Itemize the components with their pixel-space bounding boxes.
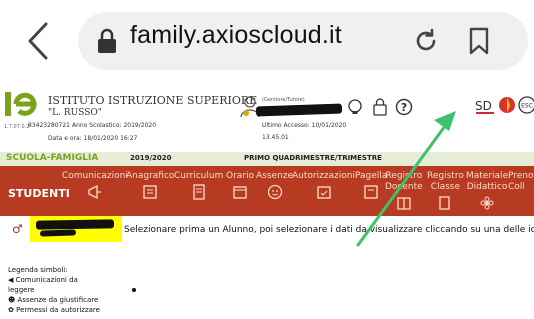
strip-period: PRIMO QUADRIMESTRE/TRIMESTRE	[244, 154, 382, 162]
instructions-text: Selezionare prima un Alunno, poi selezio…	[124, 225, 534, 235]
url-text[interactable]: family.axioscloud.it	[130, 21, 342, 50]
student-gender-icon: ♂	[12, 222, 23, 236]
nav-label: Autorizzazioni	[292, 171, 355, 181]
nav-label: Registro	[385, 171, 423, 181]
legend-item-comunicazioni-2: leggere	[8, 286, 35, 294]
nav-item-assenze[interactable]: Assenze	[256, 171, 293, 200]
version-label: 1.7.07.0.2	[4, 124, 30, 130]
nav-students[interactable]: STUDENTI	[8, 187, 70, 200]
megaphone-icon: ◀	[8, 276, 14, 284]
book-icon	[397, 197, 411, 210]
school-logo	[5, 92, 37, 116]
bookmark-icon[interactable]	[468, 27, 490, 55]
nav-label: Assenze	[256, 171, 294, 181]
school-year: Anno Scolastico: 2019/2020	[72, 122, 157, 129]
nav-item-registro-docente[interactable]: Registro Docente	[385, 171, 423, 211]
school-name: ISTITUTO ISTRUZIONE SUPERIORE	[48, 94, 258, 107]
nav-item-registro-classe[interactable]: Registro Classe	[427, 171, 464, 211]
sd-logo-label: SD	[475, 99, 492, 113]
flower-icon	[480, 196, 494, 210]
student-name-redacted	[35, 219, 115, 230]
user-role: (Genitore/Tutore)	[262, 97, 305, 103]
nav-label: Curriculum	[174, 171, 224, 181]
nav-label-2: Didattico	[466, 182, 508, 192]
sphere-icon[interactable]	[498, 96, 516, 114]
svg-text:?: ?	[401, 101, 407, 114]
svg-text:ESC: ESC	[521, 103, 533, 110]
school-name-sub: "L. RUSSO"	[48, 108, 102, 118]
last-access-time: 13.45.01	[262, 134, 289, 141]
section-label: SCUOLA-FAMIGLIA	[6, 153, 99, 163]
strip-year: 2019/2020	[130, 154, 172, 162]
smiley-icon	[267, 184, 282, 200]
nav-item-prenotazioni[interactable]: Prenot Coll	[508, 171, 534, 193]
help-icon[interactable]: ?	[395, 98, 413, 116]
school-code: 83423280721	[28, 122, 70, 129]
user-name-redacted	[255, 103, 343, 117]
calendar-check-icon	[316, 186, 331, 199]
nav-item-orario[interactable]: Orario	[226, 171, 254, 200]
legend-item-assenze: ☻ Assenze da giustificare	[8, 296, 99, 304]
smiley-icon: ☻	[8, 296, 16, 304]
datetime-label: Data e ora: 18/01/2020 16:27	[48, 135, 138, 142]
nav-item-comunicazioni[interactable]: Comunicazioni	[62, 171, 128, 200]
nav-label: Registro	[427, 171, 464, 181]
lock-icon	[98, 28, 116, 53]
paw-icon: ✿	[8, 306, 14, 314]
nav-label-2: Classe	[430, 182, 461, 192]
legend-title: Legenda simboli:	[8, 266, 68, 274]
calendar-icon	[233, 186, 247, 199]
bullet-dot	[132, 288, 136, 292]
legend-item-permessi: ✿ Permessi da autorizzare	[8, 306, 100, 314]
nav-label: Materiale	[466, 171, 509, 181]
megaphone-icon	[88, 184, 101, 200]
report-card-icon	[364, 185, 378, 199]
nav-item-curriculum[interactable]: Curriculum	[174, 171, 223, 200]
nav-label: Comunicazioni	[62, 171, 128, 181]
nav-label-2: Docente	[385, 182, 423, 192]
id-card-icon	[143, 185, 157, 199]
back-arrow-icon[interactable]	[22, 18, 56, 64]
book-icon	[439, 196, 451, 210]
last-access-label: Ultimo Accesso: 10/01/2020	[262, 122, 347, 129]
nav-item-pagella[interactable]: Pagella	[355, 171, 387, 200]
lightbulb-icon[interactable]	[346, 98, 364, 116]
student-class-redacted	[39, 229, 77, 237]
legend-item-comunicazioni: ◀ Comunicazioni da	[8, 276, 78, 284]
legend: Legenda simboli: ◀ Comunicazioni da legg…	[8, 265, 100, 315]
sd-logo[interactable]: SD	[474, 96, 496, 116]
nav-label-2: Coll	[508, 182, 525, 192]
nav-item-autorizzazioni[interactable]: Autorizzazioni	[292, 171, 355, 200]
reload-icon[interactable]	[412, 27, 440, 55]
nav-label: Pagella	[355, 171, 388, 181]
nav-item-materiale-didattico[interactable]: Materiale Didattico	[466, 171, 508, 211]
nav-item-anagrafico[interactable]: Anagrafico	[126, 171, 174, 200]
nav-label: Anagrafico	[126, 171, 175, 181]
logout-icon[interactable]: ESC	[518, 96, 534, 114]
nav-label: Orario	[226, 171, 255, 181]
nav-label: Prenot	[508, 171, 534, 181]
document-icon	[193, 184, 205, 200]
lock-settings-icon[interactable]	[371, 98, 389, 116]
